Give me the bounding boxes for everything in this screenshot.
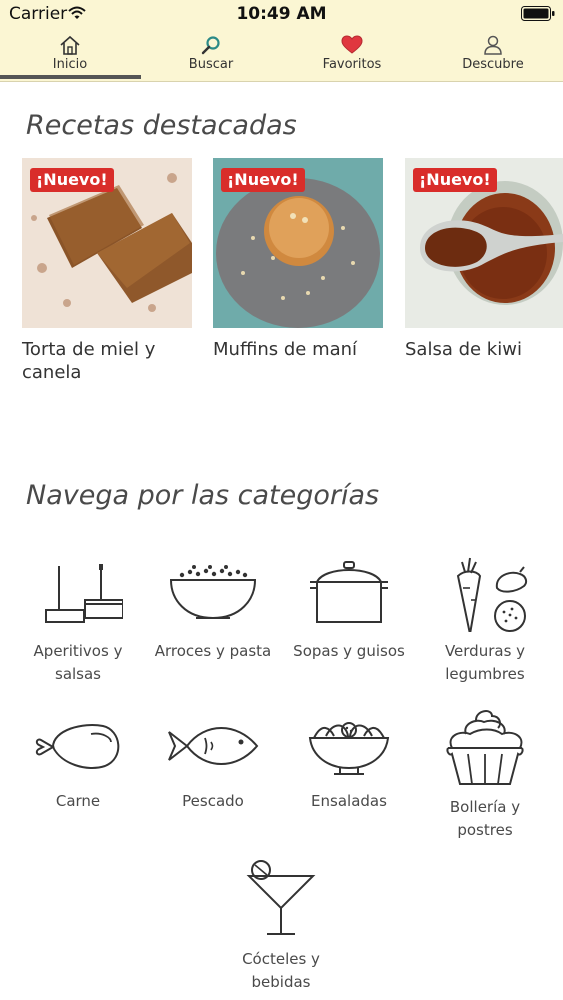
status-bar: Carrier 10:49 AM (0, 0, 563, 28)
category-label: Cócteles y bebidas (242, 950, 320, 991)
category-pescado[interactable]: Pescado (145, 712, 281, 813)
recipe-card[interactable]: ¡Nuevo! Salsa de kiwi (405, 158, 563, 361)
categories-section-title: Navega por las categorías (26, 480, 380, 511)
recipe-title: Muffins de maní (213, 339, 358, 360)
new-badge: ¡Nuevo! (413, 168, 497, 192)
tab-buscar[interactable]: Buscar (141, 28, 281, 82)
heart-icon (341, 35, 363, 54)
category-sopas[interactable]: Sopas y guisos (281, 552, 417, 663)
category-bolleria[interactable]: Bollería y postres (417, 704, 553, 842)
battery-icon (521, 6, 555, 25)
new-badge: ¡Nuevo! (30, 168, 114, 192)
peanut-muffin-photo[interactable]: ¡Nuevo! (213, 158, 383, 328)
home-icon (60, 35, 80, 55)
category-label: Arroces y pasta (154, 642, 272, 660)
search-icon (201, 36, 220, 55)
cupcake-icon (446, 710, 524, 785)
category-label: Pescado (182, 792, 244, 810)
clock-time: 10:49 AM (236, 4, 327, 24)
recipe-card[interactable]: ¡Nuevo! Torta de miel y canela (22, 158, 192, 384)
vegetables-icon (456, 557, 528, 632)
pot-icon (310, 561, 388, 623)
recipe-title: Torta de miel y canela (22, 339, 156, 383)
category-label: Sopas y guisos (293, 642, 405, 660)
category-label: Bollería y postres (449, 798, 521, 839)
kiwi-sauce-photo[interactable]: ¡Nuevo! (405, 158, 563, 328)
appetizer-icon (45, 564, 123, 623)
honey-cinnamon-cake-photo[interactable]: ¡Nuevo! (22, 158, 192, 328)
top-tab-bar: Inicio Buscar Favoritos Descubre (0, 28, 563, 82)
tab-label: Favoritos (322, 57, 382, 72)
category-verduras[interactable]: Verduras y legumbres (417, 552, 553, 686)
rice-bowl-icon (169, 565, 257, 620)
tab-descubre[interactable]: Descubre (423, 28, 563, 82)
tab-label: Buscar (188, 57, 234, 72)
new-badge: ¡Nuevo! (221, 168, 305, 192)
category-label: Carne (55, 792, 101, 810)
person-icon (484, 35, 502, 55)
salad-icon (308, 722, 390, 775)
tab-label: Descubre (462, 57, 524, 72)
category-arroces[interactable]: Arroces y pasta (145, 552, 281, 663)
tab-inicio[interactable]: Inicio (0, 28, 140, 82)
cocktail-icon (246, 860, 316, 935)
category-aperitivos[interactable]: Aperitivos y salsas (10, 552, 146, 686)
category-label: Aperitivos y salsas (33, 642, 123, 683)
category-ensaladas[interactable]: Ensaladas (281, 712, 417, 813)
category-label: Verduras y legumbres (444, 642, 526, 683)
category-label: Ensaladas (311, 792, 387, 810)
tab-favoritos[interactable]: Favoritos (282, 28, 422, 82)
tab-label: Inicio (52, 57, 88, 72)
category-cocteles[interactable]: Cócteles y bebidas (213, 856, 349, 994)
recipe-title: Salsa de kiwi (405, 339, 522, 360)
category-carne[interactable]: Carne (10, 712, 146, 813)
featured-section-title: Recetas destacadas (26, 110, 297, 141)
recipe-card[interactable]: ¡Nuevo! Muffins de maní (213, 158, 383, 361)
fish-icon (168, 727, 259, 765)
meat-icon (35, 724, 120, 769)
active-tab-indicator (0, 75, 141, 79)
